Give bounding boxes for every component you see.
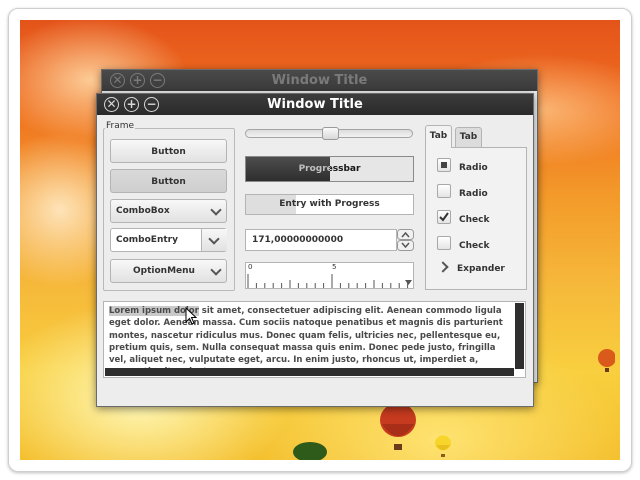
- entry-with-progress-text: Entry with Progress: [279, 199, 380, 209]
- slider-handle[interactable]: [322, 127, 339, 140]
- radio-2[interactable]: [437, 184, 451, 198]
- button-2[interactable]: Button: [110, 169, 227, 193]
- horizontal-scrollbar[interactable]: [105, 368, 514, 376]
- back-window-title: Window Title: [271, 73, 368, 88]
- back-titlebar[interactable]: ✕ + − Window Title: [102, 70, 537, 91]
- check-2[interactable]: [437, 236, 451, 250]
- comboentry-chevron-down-icon: [208, 233, 220, 245]
- front-window[interactable]: ✕ + − Window Title Frame Button Button C…: [96, 93, 534, 407]
- radio-1-checked[interactable]: [437, 158, 451, 172]
- front-titlebar[interactable]: ✕ + − Window Title: [97, 94, 533, 115]
- check-2-label: Check: [459, 241, 490, 251]
- ruler: 0 5: [245, 262, 414, 289]
- tab-1[interactable]: Tab: [425, 125, 452, 148]
- optionmenu[interactable]: OptionMenu: [110, 259, 227, 283]
- text-view[interactable]: Lorem ipsum dolor sit amet, consectetuer…: [103, 301, 526, 378]
- button-1[interactable]: Button: [110, 139, 227, 163]
- window-title: Window Title: [267, 97, 363, 112]
- balloon-yellow-icon: [435, 435, 451, 457]
- combobox-chevron-down-icon: [210, 204, 222, 216]
- radio-2-label: Radio: [459, 189, 488, 199]
- comboentry[interactable]: ComboEntry: [110, 228, 227, 252]
- comboentry-text: ComboEntry: [116, 235, 178, 245]
- tree-icon: [293, 442, 327, 460]
- horizontal-slider[interactable]: [245, 127, 413, 140]
- spin-button-entry[interactable]: 171,00000000000: [245, 229, 397, 251]
- tab-2[interactable]: Tab: [455, 127, 482, 147]
- mouse-pointer-icon: [185, 307, 198, 325]
- check-1-checked[interactable]: [437, 210, 451, 224]
- progressbar: Progressbar: [245, 156, 414, 182]
- comboentry-dropdown-button[interactable]: [201, 229, 227, 251]
- combobox[interactable]: ComboBox: [110, 199, 227, 223]
- optionmenu-label: OptionMenu: [133, 266, 195, 276]
- balloon-small-icon: [598, 349, 615, 372]
- frame-label: Frame: [105, 121, 136, 131]
- radio-1-label: Radio: [459, 163, 488, 173]
- ruler-ticks: [247, 274, 412, 288]
- entry-with-progress[interactable]: Entry with Progress: [245, 194, 414, 215]
- text-view-body: sit amet, consectetuer adipiscing elit. …: [109, 306, 503, 377]
- spin-value: 171,00000000000: [252, 235, 344, 245]
- combobox-label: ComboBox: [116, 206, 170, 216]
- expander-label[interactable]: Expander: [457, 264, 505, 274]
- checkmark-icon: [439, 212, 449, 222]
- optionmenu-chevron-down-icon: [210, 264, 222, 276]
- vertical-scrollbar[interactable]: [515, 303, 524, 369]
- check-1-label: Check: [459, 215, 490, 225]
- progressbar-label: Progressbar: [298, 164, 361, 174]
- balloon-red-icon: [380, 403, 416, 450]
- spin-arrows[interactable]: [397, 229, 414, 251]
